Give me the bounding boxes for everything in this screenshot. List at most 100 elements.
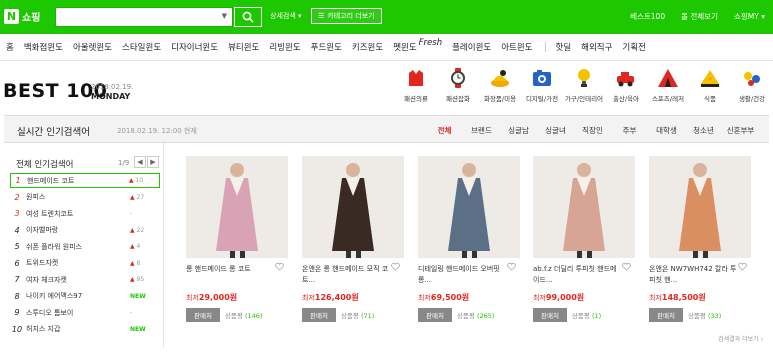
category-icons: 패션의류 패션잡화 화장품/미용 디지털/가전 가구/인테리어 출산/육아 스포… (395, 66, 773, 103)
product-name[interactable]: 온앤온 NW7WH742 칼라 투피칫 핸... (649, 264, 737, 286)
product-image[interactable] (418, 156, 520, 258)
all-malls-link[interactable]: 몰 전체보기 (681, 11, 718, 22)
nav-item-home[interactable]: 홈 (6, 41, 14, 53)
more-results-link[interactable]: 검색결과 더보기 › (718, 334, 763, 343)
ranking-item[interactable]: 9 스투디오 톰보이 - (10, 305, 160, 320)
detail-search-link[interactable]: 상세검색 ▾ (270, 11, 302, 21)
trend-up-icon: ▲ (130, 193, 135, 201)
product-card[interactable]: ab.f.z 더딜리 투피칫 핸드메이드... 최저99,000원 판매처 상품평 (… (533, 156, 635, 322)
tab-single-male[interactable]: 싱글남 (500, 125, 537, 136)
category-baby[interactable]: 출산/육아 (605, 66, 647, 103)
best100-link[interactable]: 베스트100 (630, 11, 665, 22)
review-count[interactable]: 상품평 (265) (457, 310, 495, 320)
nav-item-art[interactable]: 아트윈도 (501, 41, 532, 53)
product-price: 최저69,500원 (418, 292, 520, 303)
category-label: 출산/육아 (612, 95, 640, 103)
product-card[interactable]: 온앤온 NW7WH742 칼라 투피칫 핸... 최저148,500원판매처 상품평… (649, 156, 751, 322)
product-name[interactable]: 롱 핸드메이드 롱 코트 (186, 264, 274, 286)
review-count[interactable]: 상품평 (71) (341, 310, 374, 320)
nav-item-hotdeal[interactable]: 핫딜 (556, 41, 572, 53)
tab-newlywed[interactable]: 신혼부부 (722, 125, 759, 136)
search-box[interactable]: ▼ (55, 7, 233, 27)
tab-single-female[interactable]: 싱글녀 (537, 125, 574, 136)
category-digital[interactable]: 디지털/가전 (521, 66, 563, 103)
ranking-item[interactable]: 5 쉬폰 플라워 원피스 ▲ 4 (10, 239, 160, 254)
price-value: 29,000원 (198, 293, 238, 302)
heart-icon[interactable] (622, 262, 631, 271)
prev-page-button[interactable]: ◀ (134, 156, 146, 168)
review-count[interactable]: 상품평 (146) (225, 310, 263, 320)
category-fashion[interactable]: 패션의류 (395, 66, 437, 103)
rank-keyword: 트위드자켓 (26, 259, 59, 267)
ranking-item[interactable]: 7 여자 체크자켓 ▲ 95 (10, 272, 160, 287)
nav-item-department[interactable]: 백화점윈도 (24, 41, 63, 53)
tab-college[interactable]: 대학생 (648, 125, 685, 136)
tab-teen[interactable]: 청소년 (685, 125, 722, 136)
ranking-item[interactable]: 3 여성 트렌치코트 - (10, 206, 160, 221)
review-count[interactable]: 상품평 (33) (688, 310, 721, 320)
ranking-item[interactable]: 4 이자벨마랑 ▲ 22 (10, 223, 160, 238)
rank-number: 4 (14, 225, 20, 235)
ranking-item[interactable]: 2 원피스 ▲ 27 (10, 190, 160, 205)
nav-item-kids[interactable]: 키즈윈도 (352, 41, 383, 53)
heart-icon[interactable] (507, 262, 516, 271)
ranking-item[interactable]: 6 트위드자켓 ▲ 8 (10, 256, 160, 271)
category-cosmetics[interactable]: 화장품/미용 (479, 66, 521, 103)
heart-icon[interactable] (391, 262, 400, 271)
nav-item-style[interactable]: 스타일윈도 (122, 41, 161, 53)
search-dropdown-icon[interactable]: ▼ (222, 12, 227, 20)
product-name[interactable]: ab.f.z 더딜리 투피칫 핸드메이드... (533, 264, 621, 286)
product-card[interactable]: 롱 핸드메이드 롱 코트최저29,000원판매처 상품평 (146) (186, 156, 288, 322)
category-living[interactable]: 생활/건강 (731, 66, 773, 103)
nav-item-play[interactable]: 플레이윈도 (452, 41, 491, 53)
search-input[interactable] (56, 8, 216, 26)
ranking-item[interactable]: 10 허지스 지갑 NEW (10, 322, 160, 337)
my-shopping-link[interactable]: 쇼핑MY ▾ (734, 11, 765, 22)
product-price: 최저148,500원 (649, 292, 751, 303)
seller-button[interactable]: 판매처 (302, 308, 336, 322)
product-name[interactable]: 디테일링 핸드메이드 오버핏 롱... (418, 264, 506, 286)
tab-office-worker[interactable]: 직장인 (574, 125, 611, 136)
nav-item-pet[interactable]: 펫윈도 (393, 41, 416, 53)
product-card[interactable]: 온앤온 롱 핸드메이드 모직 코트... 최저126,400원 판매처 상품평 (71… (302, 156, 404, 322)
tab-all[interactable]: 전체 (426, 125, 463, 136)
naver-shopping-logo[interactable]: N 쇼핑 (4, 7, 52, 26)
category-more-button[interactable]: ☰ 카테고리 더보기 (311, 8, 382, 24)
seller-button[interactable]: 판매처 (649, 308, 683, 322)
seller-button[interactable]: 판매처 (533, 308, 567, 322)
product-image[interactable] (533, 156, 635, 258)
ranking-item[interactable]: 8 나이키 에어맥스97 NEW (10, 289, 160, 304)
nav-item-food[interactable]: 푸드윈도 (311, 41, 342, 53)
heart-icon[interactable] (275, 262, 284, 271)
rank-keyword: 원피스 (26, 193, 46, 201)
nav-item-designer[interactable]: 디자이너윈도 (171, 41, 218, 53)
tab-housewife[interactable]: 주부 (611, 125, 648, 136)
next-page-button[interactable]: ▶ (147, 156, 159, 168)
nav-item-living[interactable]: 리빙윈도 (269, 41, 300, 53)
rank-number: 9 (14, 308, 20, 317)
review-count[interactable]: 상품평 (1) (572, 310, 601, 320)
product-image[interactable] (302, 156, 404, 258)
nav-item-outlet[interactable]: 아울렛윈도 (73, 41, 112, 53)
product-name[interactable]: 온앤온 롱 핸드메이드 모직 코트... (302, 264, 390, 286)
category-food[interactable]: 식품 (689, 66, 731, 103)
search-button[interactable] (234, 7, 262, 27)
category-accessories[interactable]: 패션잡화 (437, 66, 479, 103)
category-sports[interactable]: 스포츠/레저 (647, 66, 689, 103)
coat-photo (186, 156, 288, 258)
category-furniture[interactable]: 가구/인테리어 (563, 66, 605, 103)
product-image[interactable] (649, 156, 751, 258)
rank-trend: ▲ 27 (130, 194, 160, 201)
ranking-item[interactable]: 1 핸드메이드 코트 ▲ 10 (10, 173, 160, 188)
ranking-panel: 전체 인기검색어 1/9 ◀ ▶ 1 핸드메이드 코트 ▲ 10 2 원피스 ▲ 27 3 여… (4, 143, 164, 348)
price-prefix: 최저 (186, 294, 199, 302)
nav-item-overseas[interactable]: 해외직구 (581, 41, 612, 53)
nav-item-beauty[interactable]: 뷰티윈도 (228, 41, 259, 53)
product-image[interactable] (186, 156, 288, 258)
product-card[interactable]: 디테일링 핸드메이드 오버핏 롱... 최저69,500원판매처 상품평 (265) (418, 156, 520, 322)
nav-item-special[interactable]: 기획전 (622, 41, 645, 53)
seller-button[interactable]: 판매처 (186, 308, 220, 322)
seller-button[interactable]: 판매처 (418, 308, 452, 322)
tab-brand[interactable]: 브랜드 (463, 125, 500, 136)
heart-icon[interactable] (738, 262, 747, 271)
